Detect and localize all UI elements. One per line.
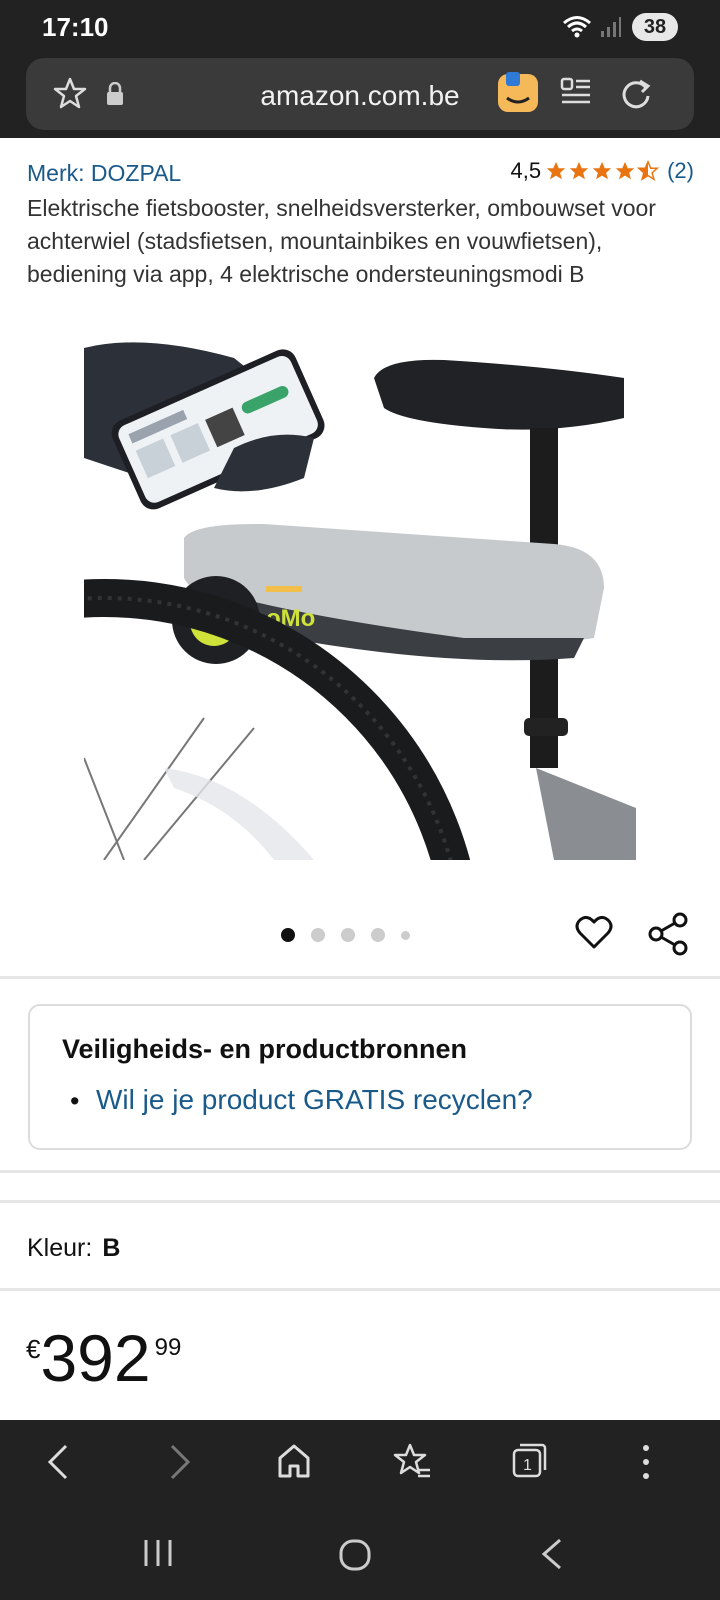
brand-link[interactable]: Merk: DOZPAL bbox=[27, 160, 181, 187]
svg-text:1: 1 bbox=[523, 1457, 532, 1474]
rating-value: 4,5 bbox=[510, 158, 542, 183]
price-currency: € bbox=[26, 1334, 41, 1364]
section-divider bbox=[0, 1170, 720, 1173]
color-label: Kleur: bbox=[27, 1234, 93, 1262]
battery-indicator: 38 bbox=[632, 13, 678, 41]
share-icon[interactable] bbox=[648, 912, 688, 956]
carousel-dot[interactable] bbox=[280, 928, 295, 942]
product-title: Elektrische fietsbooster, snelheidsverst… bbox=[27, 195, 656, 287]
url-text[interactable]: amazon.com.be bbox=[26, 80, 694, 112]
star-half-icon bbox=[637, 160, 660, 181]
amazon-app-icon[interactable] bbox=[498, 72, 538, 114]
bullet-point: • bbox=[70, 1086, 80, 1116]
section-divider bbox=[0, 1288, 720, 1291]
carousel-dot[interactable] bbox=[340, 928, 355, 942]
browser-toolbar: amazon.com.be bbox=[0, 52, 720, 138]
refresh-icon[interactable] bbox=[618, 76, 654, 112]
color-value: B bbox=[102, 1234, 121, 1262]
more-icon[interactable] bbox=[640, 1442, 652, 1482]
carousel-dot[interactable] bbox=[370, 928, 385, 942]
address-bar[interactable]: amazon.com.be bbox=[26, 58, 694, 130]
browser-bottom-bar: 1 bbox=[0, 1420, 720, 1510]
home-icon[interactable] bbox=[276, 1442, 312, 1480]
section-divider bbox=[0, 1200, 720, 1203]
safety-heading: Veiligheids- en productbronnen bbox=[62, 1034, 468, 1064]
status-icons bbox=[562, 14, 622, 40]
star-full-icon bbox=[569, 161, 589, 180]
home-circle-icon[interactable] bbox=[338, 1538, 372, 1572]
price-whole: 392 bbox=[40, 1321, 151, 1395]
price: € 392 99 bbox=[26, 1320, 181, 1396]
price-fraction: 99 bbox=[154, 1334, 182, 1361]
forward-icon[interactable] bbox=[166, 1442, 194, 1482]
system-back-icon[interactable] bbox=[540, 1538, 564, 1570]
rating-count[interactable]: (2) bbox=[667, 158, 694, 184]
status-bar: 17:10 38 bbox=[0, 0, 720, 52]
color-selector[interactable]: Kleur: B bbox=[27, 1234, 120, 1263]
carousel-dot[interactable] bbox=[400, 930, 410, 940]
reader-icon[interactable] bbox=[560, 76, 592, 110]
wifi-icon bbox=[563, 16, 591, 38]
product-image[interactable]: BooMo bbox=[84, 338, 636, 860]
signal-icon bbox=[601, 17, 621, 37]
rating[interactable]: 4,5 (2) bbox=[511, 158, 694, 184]
recent-apps-icon[interactable] bbox=[142, 1538, 174, 1568]
system-nav-bar bbox=[0, 1510, 720, 1600]
star-full-icon bbox=[592, 161, 612, 180]
rating-stars bbox=[545, 160, 660, 182]
back-icon[interactable] bbox=[44, 1442, 72, 1482]
status-time: 17:10 bbox=[42, 12, 109, 42]
star-full-icon bbox=[615, 161, 635, 180]
tabs-icon[interactable]: 1 bbox=[510, 1442, 548, 1480]
carousel-dot[interactable] bbox=[310, 928, 325, 942]
recycle-link[interactable]: Wil je je product GRATIS recyclen? bbox=[96, 1084, 533, 1116]
heart-icon[interactable] bbox=[574, 912, 614, 952]
safety-resources-card: Veiligheids- en productbronnen • Wil je … bbox=[28, 1004, 692, 1150]
section-divider bbox=[0, 976, 720, 979]
bookmarks-icon[interactable] bbox=[392, 1442, 432, 1482]
page-content: Merk: DOZPAL 4,5 (2) Elektrische fietsbo… bbox=[0, 138, 720, 1420]
star-full-icon bbox=[546, 161, 566, 180]
